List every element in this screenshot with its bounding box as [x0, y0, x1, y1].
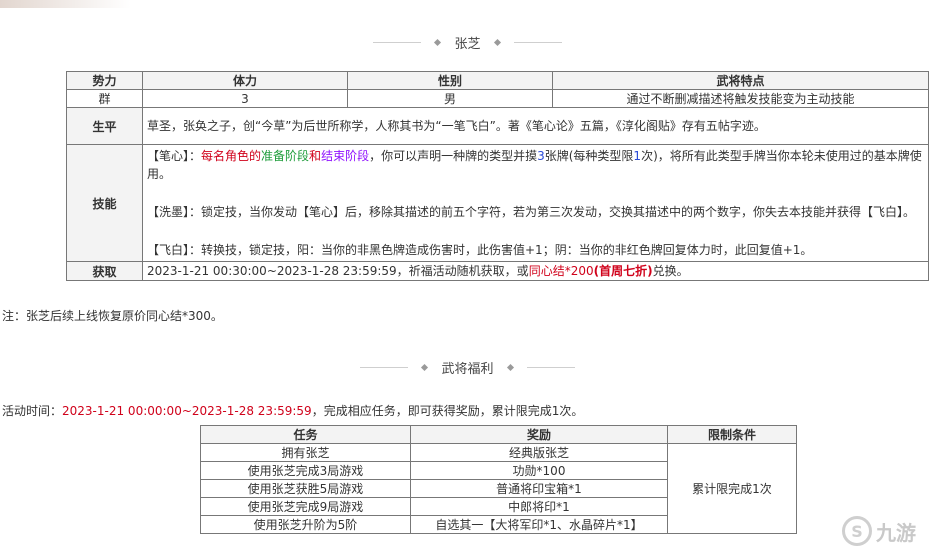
diamond-icon — [434, 38, 442, 46]
gender-value: 男 — [347, 89, 553, 108]
activity-time: 活动时间：2023-1-21 00:00:00~2023-1-28 23:59:… — [2, 404, 584, 418]
title-line-left — [373, 41, 422, 43]
title-line-right — [526, 366, 575, 368]
skill-ximo: 【洗墨】：锁定技，当你发动【笔心】后，移除其描述的前五个字符，若为第三次发动，交… — [147, 205, 916, 219]
top-decor-bar — [0, 0, 935, 8]
task-cell: 拥有张芝 — [200, 443, 411, 462]
diamond-icon — [421, 363, 429, 371]
skill-feibai: 【飞白】：转换技，锁定技，阳：当你的非黑色牌造成伤害时，此伤害值+1；阴：当你的… — [147, 243, 813, 257]
header-traits: 武将特点 — [552, 71, 929, 90]
reward-cell: 普通将印宝箱*1 — [410, 479, 668, 498]
watermark-text: 九游 — [876, 520, 916, 545]
hero-title: 张芝 — [454, 36, 481, 52]
watermark-logo-icon: S — [842, 516, 872, 546]
header-hp: 体力 — [142, 71, 348, 90]
price-note: 注：张芝后续上线恢复原价同心结*300。 — [2, 309, 223, 323]
task-cell: 使用张芝获胜5局游戏 — [200, 479, 411, 498]
task-cell: 使用张芝完成9局游戏 — [200, 497, 411, 516]
activity-period: 2023-1-21 00:00:00~2023-1-28 23:59:59 — [62, 404, 312, 418]
title-line-left — [360, 366, 409, 368]
acquire-cell: 2023-1-21 00:30:00~2023-1-28 23:59:59，祈福… — [142, 261, 929, 281]
hero-info-table: 势力 体力 性别 武将特点 群 3 男 通过不断删减描述将触发技能变为主动技能 … — [66, 71, 929, 281]
diamond-icon — [493, 38, 501, 46]
table-row: 群 3 男 通过不断删减描述将触发技能变为主动技能 — [66, 89, 929, 108]
hero-section-title: 张芝 — [0, 33, 935, 52]
header-gender: 性别 — [347, 71, 553, 90]
bio-label: 生平 — [66, 107, 143, 145]
header-limit: 限制条件 — [667, 425, 797, 444]
traits-value: 通过不断删减描述将触发技能变为主动技能 — [552, 89, 929, 108]
skill-bixin: 【笔心】：每名角色的准备阶段和结束阶段，你可以声明一种牌的类型并摸3张牌(每种类… — [147, 149, 922, 181]
reward-table: 任务 奖励 限制条件 拥有张芝 经典版张芝 累计限完成1次 使用张芝完成3局游戏… — [200, 425, 797, 534]
limit-cell: 累计限完成1次 — [667, 443, 797, 534]
faction-value: 群 — [66, 89, 143, 108]
acquire-row: 获取 2023-1-21 00:30:00~2023-1-28 23:59:59… — [66, 261, 929, 281]
bio-row: 生平 草圣，张奂之子，创“今草”为后世所称学，人称其书为“一笔飞白”。著《笔心论… — [66, 107, 929, 145]
hp-value: 3 — [142, 89, 348, 108]
reward-header-row: 任务 奖励 限制条件 — [200, 425, 797, 444]
header-faction: 势力 — [66, 71, 143, 90]
header-task: 任务 — [200, 425, 411, 444]
table-header-row: 势力 体力 性别 武将特点 — [66, 71, 929, 90]
skill-spacer — [147, 183, 924, 203]
table-row: 拥有张芝 经典版张芝 累计限完成1次 — [200, 443, 797, 534]
skills-row: 技能 【笔心】：每名角色的准备阶段和结束阶段，你可以声明一种牌的类型并摸3张牌(… — [66, 144, 929, 262]
task-cell: 使用张芝升阶为5阶 — [200, 515, 411, 534]
acquire-label: 获取 — [66, 261, 143, 281]
reward-cell: 自选其一【大将军印*1、水晶碎片*1】 — [410, 515, 668, 534]
welfare-title: 武将福利 — [441, 361, 494, 377]
skills-label: 技能 — [66, 144, 143, 262]
reward-cell: 中郎将印*1 — [410, 497, 668, 516]
diamond-icon — [506, 363, 514, 371]
header-reward: 奖励 — [410, 425, 668, 444]
bio-text: 草圣，张奂之子，创“今草”为后世所称学，人称其书为“一笔飞白”。著《笔心论》五篇… — [142, 107, 929, 145]
skill-spacer — [147, 221, 924, 241]
reward-cell: 经典版张芝 — [410, 443, 668, 462]
reward-cell: 功勋*100 — [410, 461, 668, 480]
title-line-right — [513, 41, 562, 43]
task-cell: 使用张芝完成3局游戏 — [200, 461, 411, 480]
skills-cell: 【笔心】：每名角色的准备阶段和结束阶段，你可以声明一种牌的类型并摸3张牌(每种类… — [142, 144, 929, 262]
site-watermark: S 九游 — [842, 516, 916, 546]
welfare-section-title: 武将福利 — [0, 358, 935, 377]
